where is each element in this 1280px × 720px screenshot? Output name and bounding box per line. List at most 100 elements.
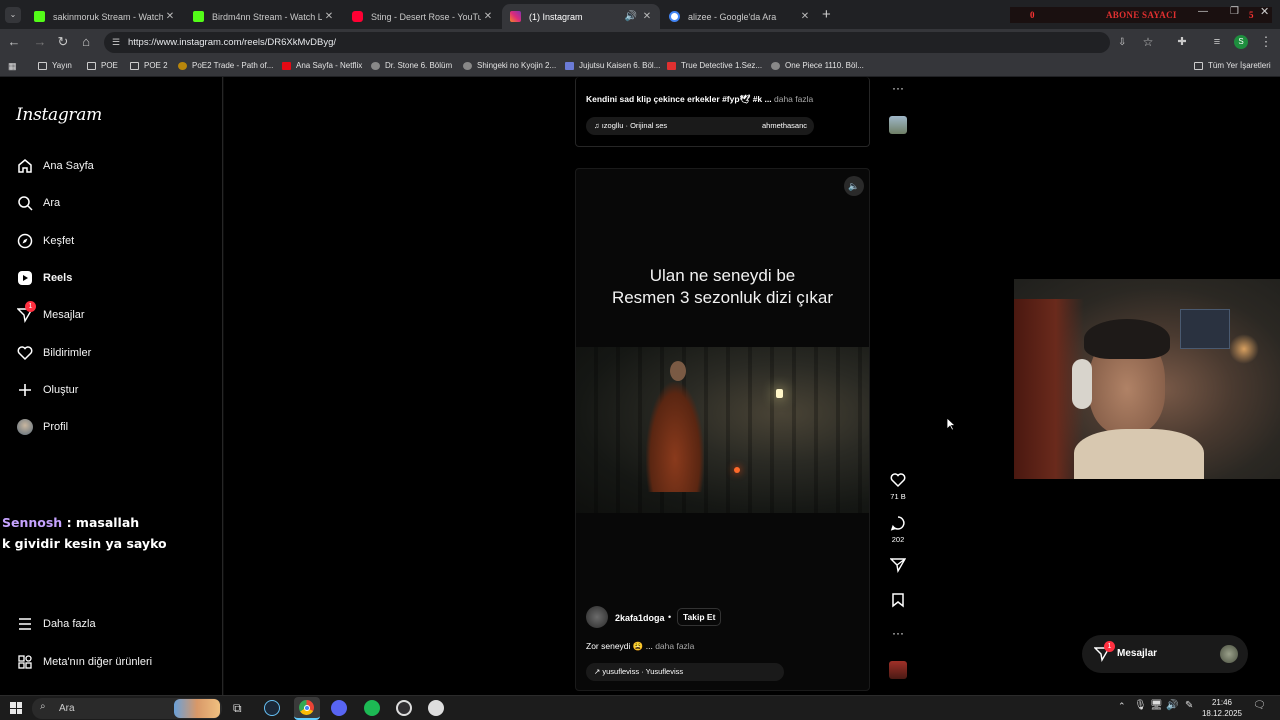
instagram-logo[interactable]: Instagram — [16, 105, 102, 125]
reel-video-frame[interactable] — [576, 347, 869, 513]
extensions-icon[interactable]: ✚ — [1174, 34, 1190, 50]
current-reel[interactable]: 🔈 Ulan ne seneydi be Resmen 3 sezonluk d… — [575, 168, 870, 691]
bookmark-dr-stone[interactable]: Dr. Stone 6. Bölüm — [371, 61, 452, 70]
clock-time[interactable]: 21:46 — [1198, 698, 1246, 707]
tab-1[interactable]: Birdm4nn Stream - Watch Live ✕ — [185, 4, 342, 29]
nav-explore[interactable]: Keşfet — [16, 232, 74, 250]
spotify-app-icon[interactable] — [364, 700, 380, 716]
reel-text-overlay-2: Resmen 3 sezonluk dizi çıkar — [611, 288, 834, 307]
bookmark-folder-poe[interactable]: POE — [87, 61, 118, 70]
speaker-icon[interactable]: 🔊 — [624, 11, 638, 22]
url-bar[interactable]: ☰ https://www.instagram.com/reels/DR6XkM… — [104, 32, 1126, 53]
site-info-icon[interactable]: ☰ — [112, 32, 120, 53]
share-send-icon[interactable] — [888, 555, 908, 575]
nav-messages[interactable]: 1 Mesajlar — [16, 301, 85, 324]
close-tab-icon[interactable]: ✕ — [322, 11, 336, 22]
nav-notifications[interactable]: Bildirimler — [16, 344, 91, 362]
comment-icon[interactable] — [888, 513, 908, 533]
save-bookmark-icon[interactable] — [888, 590, 908, 610]
profile-avatar[interactable]: S — [1234, 35, 1248, 49]
discord-app-icon[interactable] — [331, 700, 347, 716]
steam-app-icon[interactable] — [264, 700, 280, 716]
bookmark-folder-yayin[interactable]: Yayın — [38, 61, 72, 70]
mute-toggle-button[interactable]: 🔈 — [844, 176, 864, 196]
like-heart-icon[interactable] — [888, 470, 908, 490]
tagged-user[interactable]: ahmethasanc — [762, 117, 807, 135]
bookmark-jujutsu[interactable]: Jujutsu Kaisen 6. Böl... — [565, 61, 660, 70]
tab-2[interactable]: Sting - Desert Rose - YouTube ✕ — [344, 4, 501, 29]
bookmark-shingeki[interactable]: Shingeki no Kyojin 2... — [463, 61, 556, 70]
prev-audio-thumbnail[interactable] — [889, 116, 907, 134]
nav-more[interactable]: Daha fazla — [16, 615, 96, 633]
close-tab-icon[interactable]: ✕ — [798, 11, 812, 22]
bookmark-star-icon[interactable]: ☆ — [1140, 34, 1156, 50]
arrow-link-icon: ↗ — [594, 667, 601, 676]
tab-3-active[interactable]: (1) Instagram 🔊 ✕ — [502, 4, 660, 29]
bookmark-one-piece[interactable]: One Piece 1110. Böl... — [771, 61, 864, 70]
maximize-button[interactable]: ❐ — [1230, 6, 1239, 17]
author-username[interactable]: 2kafa1doga — [615, 613, 665, 623]
reload-icon[interactable]: ↻ — [55, 34, 71, 50]
floating-messages-button[interactable]: 1 Mesajlar — [1082, 635, 1248, 673]
windows-taskbar: ⌕ Ara ⧉ ⌃ 🎙 🖥 🔊 ✎ 21:46 18.12.2025 🗨 — [0, 695, 1280, 720]
taskbar-search[interactable]: ⌕ Ara — [32, 698, 222, 719]
install-app-icon[interactable]: ⇩ — [1118, 32, 1126, 53]
reel-caption: Zor seneydi 😩 ... daha fazla — [586, 641, 695, 651]
audio-thumbnail[interactable] — [889, 661, 907, 679]
new-tab-button[interactable]: + — [822, 6, 831, 23]
home-icon[interactable]: ⌂ — [78, 34, 94, 50]
app-icon[interactable] — [428, 700, 444, 716]
nav-home[interactable]: Ana Sayfa — [16, 157, 94, 175]
reel-caption: Kendini sad klip çekince erkekler #fyp🕊 … — [586, 94, 814, 104]
chrome-app-icon[interactable] — [294, 697, 320, 720]
audio-pill[interactable]: ↗ yusufleviss · Yusufleviss — [586, 663, 784, 681]
close-window-button[interactable]: ✕ — [1260, 5, 1269, 18]
bookmark-netflix[interactable]: Ana Sayfa - Netflix — [282, 61, 362, 70]
tab-4[interactable]: alizee - Google'da Ara ✕ — [661, 4, 818, 29]
nav-reels[interactable]: Reels — [16, 269, 72, 287]
nav-profile[interactable]: Profil — [16, 418, 68, 436]
bookmark-true-detective[interactable]: True Detective 1.Sez... — [667, 61, 762, 70]
audio-pill[interactable]: ♫ ızogllu · Orijinal ses ahmethasanc — [586, 117, 814, 135]
follow-button[interactable]: Takip Et — [677, 608, 722, 626]
messages-badge: 1 — [1104, 641, 1115, 652]
close-tab-icon[interactable]: ✕ — [481, 11, 495, 22]
microphone-icon[interactable]: 🎙 — [1134, 700, 1147, 711]
bookmark-poe2-trade[interactable]: PoE2 Trade - Path of... — [178, 61, 273, 70]
tray-overflow-icon[interactable]: ⌃ — [1118, 701, 1126, 712]
windows-start-icon[interactable] — [10, 702, 22, 714]
more-options-icon[interactable]: ··· — [892, 626, 904, 640]
nav-create[interactable]: Oluştur — [16, 381, 78, 399]
shirt — [1074, 429, 1204, 479]
more-link[interactable]: daha fazla — [774, 94, 813, 104]
back-icon[interactable]: ← — [6, 34, 22, 50]
minimize-button[interactable]: — — [1198, 6, 1208, 17]
notifications-icon[interactable]: 🗨 — [1253, 700, 1266, 711]
menu-kebab-icon[interactable]: ⋮ — [1258, 34, 1274, 50]
apps-grid-icon[interactable]: ▦ — [8, 61, 17, 72]
volume-icon[interactable]: 🔊 — [1166, 700, 1178, 711]
bookmark-folder-poe2[interactable]: POE 2 — [130, 61, 168, 70]
network-icon[interactable]: 🖥 — [1150, 700, 1163, 711]
more-link[interactable]: daha fazla — [655, 641, 694, 651]
author-avatar[interactable] — [586, 606, 608, 628]
media-icon[interactable]: ≡ — [1209, 34, 1225, 50]
music-note-icon: ♫ — [594, 121, 600, 130]
close-tab-icon[interactable]: ✕ — [640, 11, 654, 22]
prev-more-options-icon[interactable]: ··· — [892, 81, 904, 95]
campfire — [734, 467, 740, 473]
nav-search[interactable]: Ara — [16, 194, 60, 212]
previous-reel-footer: Kendini sad klip çekince erkekler #fyp🕊 … — [575, 77, 870, 147]
clock-date[interactable]: 18.12.2025 — [1198, 709, 1246, 718]
task-view-icon[interactable]: ⧉ — [233, 701, 242, 716]
obs-app-icon[interactable] — [396, 700, 412, 716]
all-bookmarks[interactable]: Tüm Yer İşaretleri — [1194, 61, 1271, 70]
close-tab-icon[interactable]: ✕ — [163, 11, 177, 22]
tab-list-icon[interactable]: ⌄ — [5, 7, 21, 23]
folder-icon — [87, 61, 96, 70]
bookmarks-bar: ▦ Yayın POE POE 2 PoE2 Trade - Path of..… — [0, 56, 1280, 77]
pen-icon[interactable]: ✎ — [1185, 700, 1193, 711]
tab-0[interactable]: sakinmoruk Stream - Watch Live ✕ — [26, 4, 183, 29]
forward-icon[interactable]: → — [32, 34, 48, 50]
nav-meta-products[interactable]: Meta'nın diğer ürünleri — [16, 653, 152, 671]
